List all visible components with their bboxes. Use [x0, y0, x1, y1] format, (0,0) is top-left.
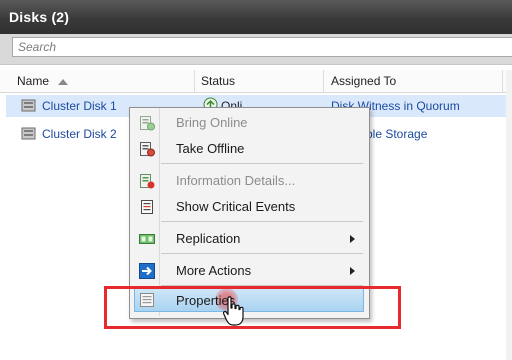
menu-item-bring-online[interactable] — [133, 111, 364, 135]
take-offline-icon — [140, 142, 155, 157]
column-header-name[interactable]: Name — [17, 74, 49, 88]
row-name[interactable]: Cluster Disk 2 — [42, 127, 117, 141]
menu-item-label: More Actions — [176, 263, 252, 278]
menu-separator — [161, 253, 363, 254]
submenu-arrow-icon — [350, 235, 355, 243]
scrollbar[interactable] — [506, 70, 512, 360]
bring-online-icon — [140, 116, 155, 131]
menu-item-label: Show Critical Events — [176, 199, 296, 214]
column-header-row — [0, 70, 512, 93]
column-divider[interactable] — [502, 70, 503, 92]
panel-title: Disks (2) — [9, 9, 70, 25]
menu-item-label: Take Offline — [176, 141, 245, 156]
sort-ascending-icon — [58, 79, 68, 85]
cluster-disk-icon — [21, 127, 36, 140]
menu-item-replication[interactable] — [133, 227, 364, 251]
menu-item-take-offline[interactable] — [133, 137, 364, 161]
critical-events-icon — [141, 200, 153, 214]
column-header-assigned-to[interactable]: Assigned To — [331, 74, 396, 88]
row-name[interactable]: Cluster Disk 1 — [42, 99, 117, 113]
menu-item-label: Information Details... — [176, 173, 296, 188]
menu-separator — [161, 221, 363, 222]
column-divider[interactable] — [194, 70, 195, 92]
replication-icon — [139, 234, 155, 244]
highlight-annotation-box — [104, 286, 401, 329]
more-actions-icon — [139, 263, 155, 279]
information-details-icon — [140, 174, 155, 189]
menu-item-label: Bring Online — [176, 115, 248, 130]
column-divider[interactable] — [323, 70, 324, 92]
column-header-status[interactable]: Status — [201, 74, 235, 88]
search-input[interactable] — [12, 37, 512, 57]
row-assigned-to: ble Storage — [366, 127, 428, 141]
submenu-arrow-icon — [350, 267, 355, 275]
menu-item-label: Replication — [176, 231, 241, 246]
panel-title-bar — [0, 0, 512, 35]
menu-separator — [161, 163, 363, 164]
cluster-disk-icon — [21, 99, 36, 112]
